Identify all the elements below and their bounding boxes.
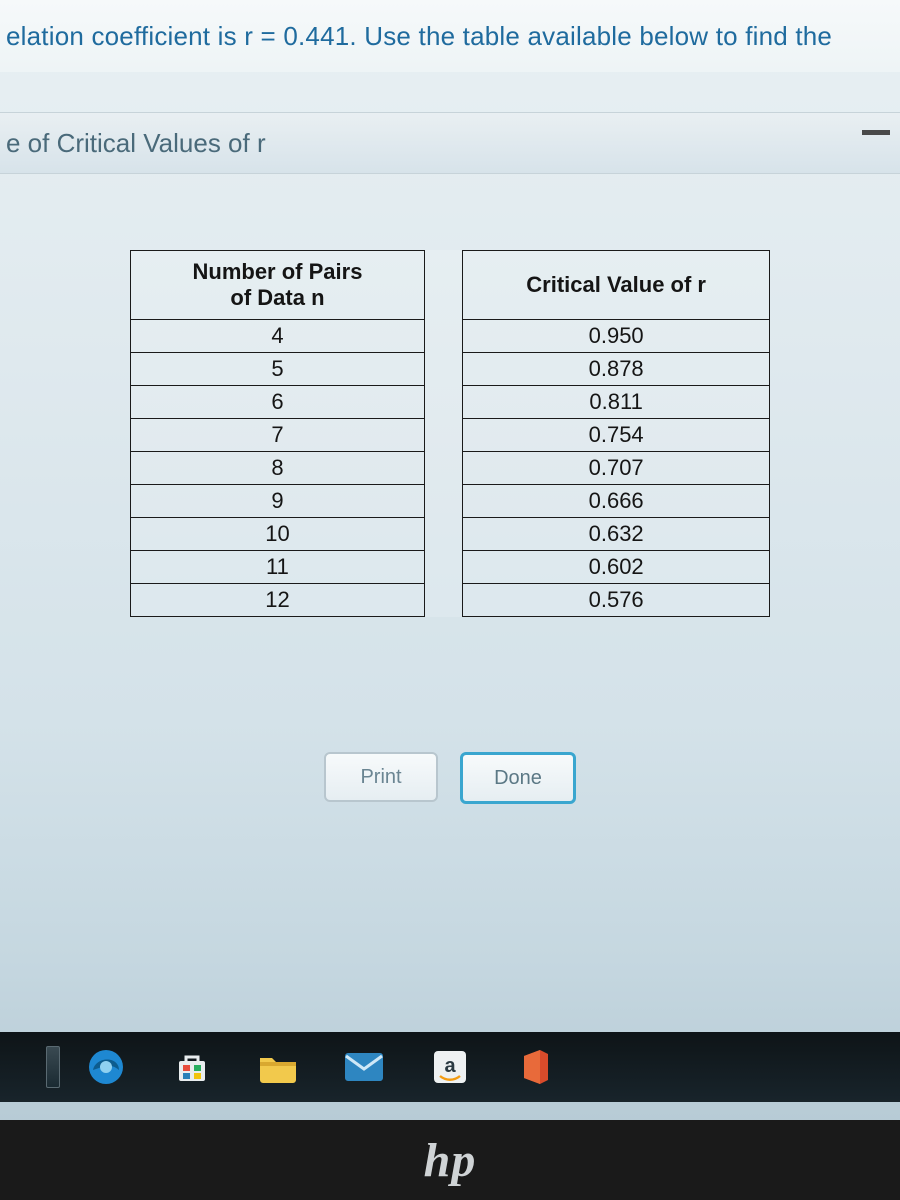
cell-cv: 0.602 (463, 551, 770, 584)
table-row: 11 0.602 (131, 551, 770, 584)
cell-n: 10 (131, 518, 425, 551)
critical-values-table: Number of Pairs of Data n Critical Value… (130, 250, 770, 617)
table-row: 9 0.666 (131, 485, 770, 518)
cell-n: 9 (131, 485, 425, 518)
table-row: 7 0.754 (131, 419, 770, 452)
cell-cv: 0.811 (463, 386, 770, 419)
cell-cv: 0.576 (463, 584, 770, 617)
mail-icon[interactable] (344, 1047, 384, 1087)
cell-n: 5 (131, 353, 425, 386)
table-row: 6 0.811 (131, 386, 770, 419)
table-row: 10 0.632 (131, 518, 770, 551)
table-row: 4 0.950 (131, 320, 770, 353)
cell-cv: 0.632 (463, 518, 770, 551)
col-header-cv: Critical Value of r (463, 251, 770, 320)
file-explorer-icon[interactable] (258, 1047, 298, 1087)
cell-cv: 0.754 (463, 419, 770, 452)
cell-n: 7 (131, 419, 425, 452)
svg-text:a: a (444, 1055, 456, 1077)
edge-icon[interactable] (86, 1047, 126, 1087)
office-icon[interactable] (516, 1047, 556, 1087)
question-text: elation coefficient is r = 0.441. Use th… (6, 21, 832, 52)
cell-n: 8 (131, 452, 425, 485)
col-header-n-line1: Number of Pairs (137, 259, 418, 285)
cell-n: 4 (131, 320, 425, 353)
minimize-icon[interactable] (862, 130, 890, 135)
hp-logo: hp (424, 1133, 477, 1188)
store-icon[interactable] (172, 1047, 212, 1087)
done-button[interactable]: Done (460, 752, 576, 804)
cell-cv: 0.950 (463, 320, 770, 353)
print-button[interactable]: Print (324, 752, 438, 802)
cell-n: 12 (131, 584, 425, 617)
amazon-icon[interactable]: a (430, 1047, 470, 1087)
col-header-n-line2: of Data n (137, 285, 418, 311)
table-row: 5 0.878 (131, 353, 770, 386)
modal-title: e of Critical Values of r (6, 128, 266, 159)
cell-cv: 0.878 (463, 353, 770, 386)
cell-cv: 0.666 (463, 485, 770, 518)
cell-cv: 0.707 (463, 452, 770, 485)
question-text-bar: elation coefficient is r = 0.441. Use th… (0, 0, 900, 72)
table-row: 12 0.576 (131, 584, 770, 617)
taskbar: a (0, 1032, 900, 1102)
laptop-bezel: hp (0, 1120, 900, 1200)
modal-header: e of Critical Values of r (0, 112, 900, 174)
cell-n: 11 (131, 551, 425, 584)
cell-n: 6 (131, 386, 425, 419)
table-row: 8 0.707 (131, 452, 770, 485)
button-row: Print Done (0, 752, 900, 804)
taskview-icon[interactable] (46, 1046, 60, 1088)
